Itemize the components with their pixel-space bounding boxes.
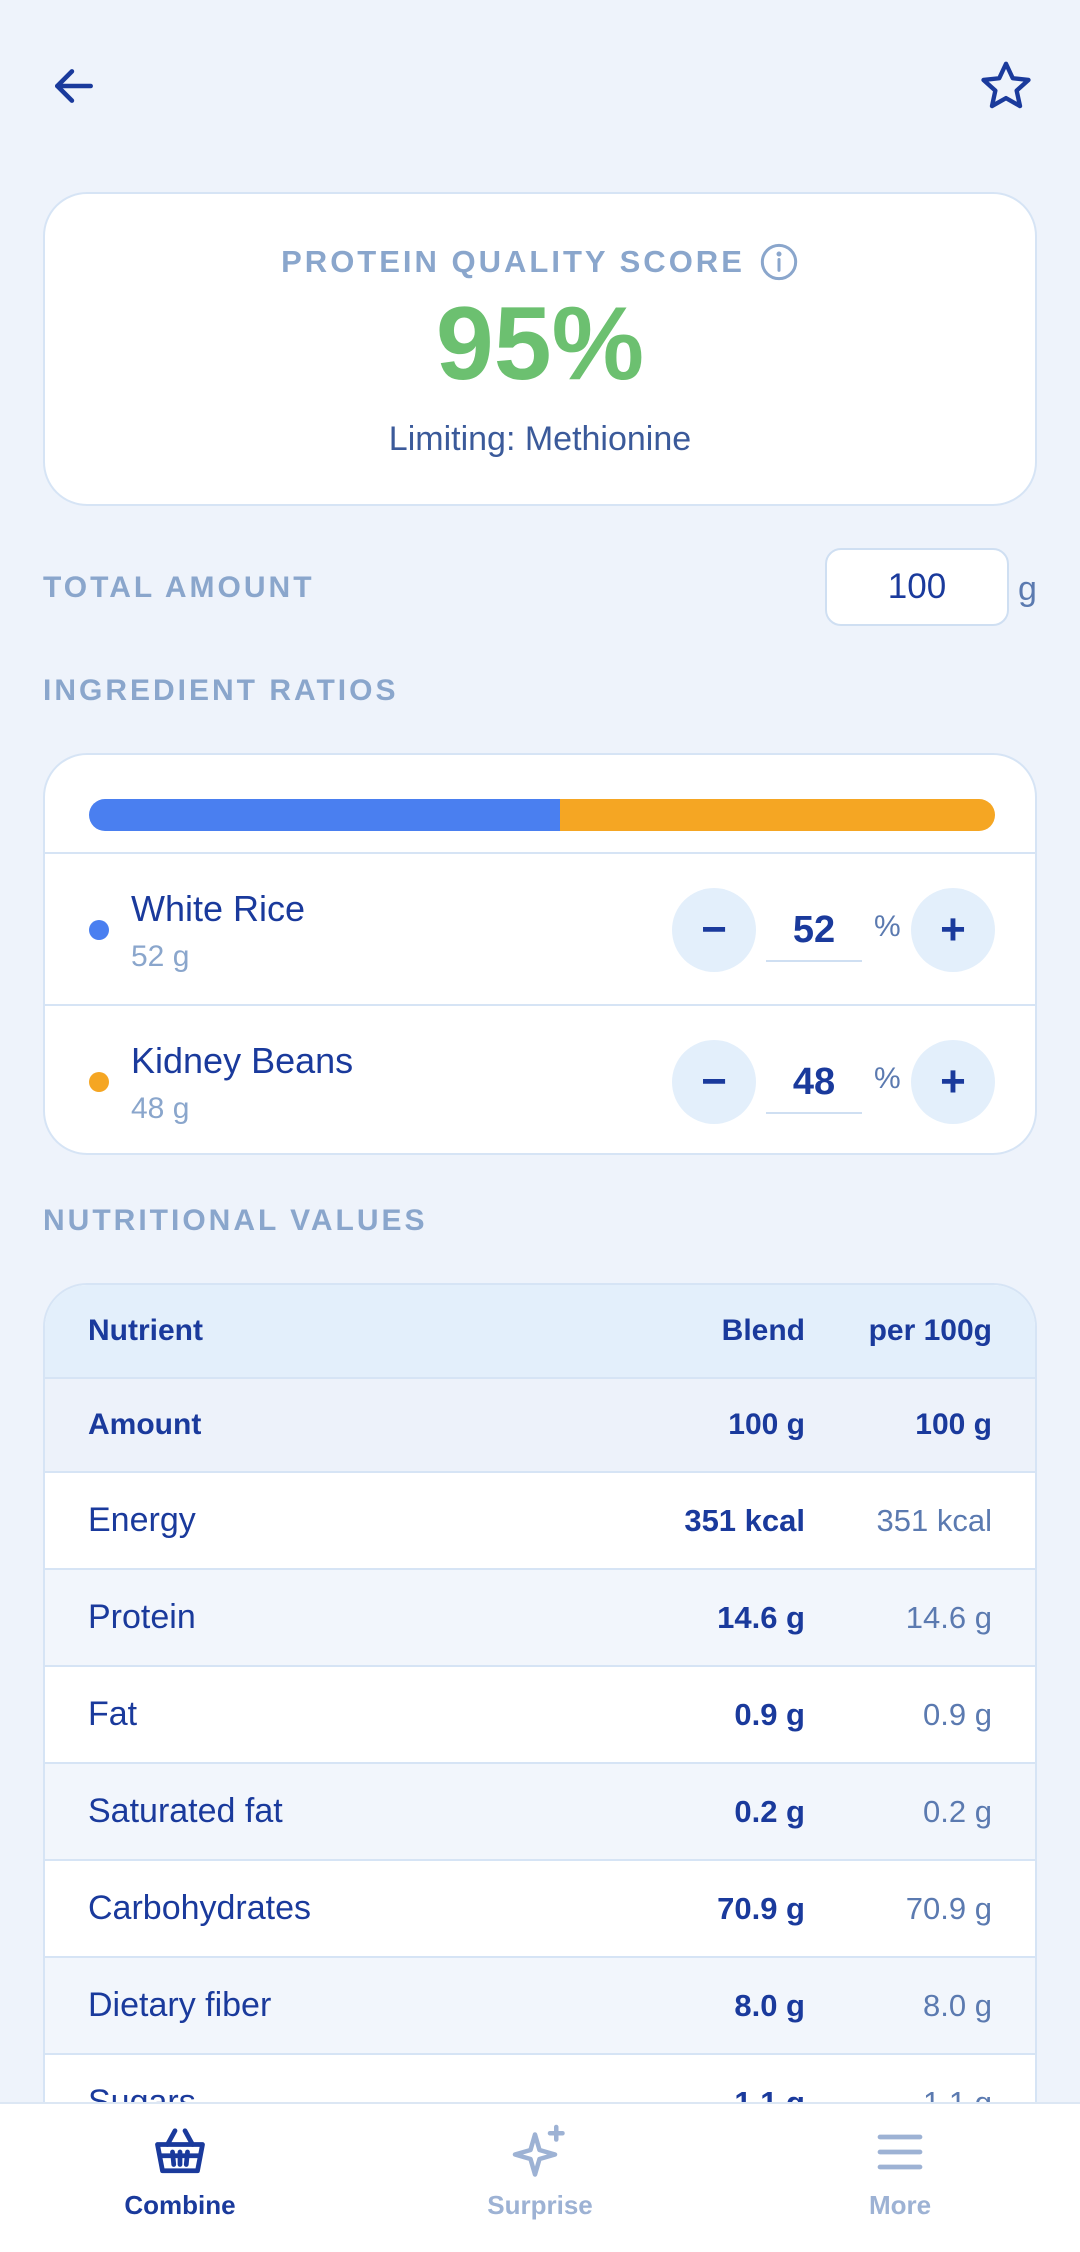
- score-label: PROTEIN QUALITY SCORE: [281, 244, 745, 279]
- cell-blend: 8.0 g: [734, 1987, 805, 2023]
- ingredient-row-kidney-beans: Kidney Beans 48 g − % +: [45, 1004, 1035, 1153]
- ingredient-grams: 52 g: [131, 940, 190, 973]
- info-icon[interactable]: [759, 242, 799, 282]
- nav-label: Surprise: [487, 2190, 593, 2220]
- nutritional-values-label: NUTRITIONAL VALUES: [43, 1204, 428, 1237]
- basket-icon: [155, 2128, 205, 2174]
- cell-per-100g: 8.0 g: [923, 1987, 992, 2023]
- cell-blend: 0.9 g: [734, 1696, 805, 1732]
- cell-per-100g: 0.2 g: [923, 1793, 992, 1829]
- nav-item-combine[interactable]: Combine: [0, 2104, 360, 2252]
- screen: PROTEIN QUALITY SCORE 95% Limiting: Meth…: [0, 0, 1080, 2252]
- cell-nutrient: Protein: [88, 1598, 196, 1636]
- cell-per-100g: 100 g: [915, 1408, 992, 1441]
- ingredient-row-white-rice: White Rice 52 g − % +: [45, 852, 1035, 1004]
- cell-nutrient: Saturated fat: [88, 1792, 283, 1830]
- ratio-bar: [89, 799, 995, 831]
- score-value: 95%: [435, 286, 645, 402]
- back-button[interactable]: [26, 38, 122, 134]
- star-outline-icon: [981, 61, 1031, 109]
- ingredient-ratios-label: INGREDIENT RATIOS: [43, 674, 399, 707]
- table-header: Nutrient Blend per 100g: [45, 1285, 1035, 1379]
- top-bar: [0, 0, 1080, 170]
- limiting-amino-acid: Limiting: Methionine: [388, 420, 692, 458]
- cell-nutrient: Carbohydrates: [88, 1889, 312, 1927]
- ingredient-grams: 48 g: [131, 1092, 190, 1125]
- percent-input[interactable]: [766, 1052, 862, 1114]
- percent-symbol: %: [874, 910, 901, 943]
- ingredient-name: White Rice: [131, 888, 306, 929]
- ratio-segment-kidney-beans: [560, 799, 995, 831]
- nav-label: Combine: [124, 2190, 236, 2220]
- decrease-button[interactable]: −: [672, 1040, 756, 1124]
- increase-button[interactable]: +: [911, 1040, 995, 1124]
- table-row-amount: Amount 100 g 100 g: [45, 1379, 1035, 1473]
- cell-nutrient: Dietary fiber: [88, 1986, 272, 2024]
- cell-blend: 100 g: [728, 1408, 805, 1441]
- ratio-segment-white-rice: [89, 799, 561, 831]
- favorite-button[interactable]: [958, 38, 1054, 134]
- cell-nutrient: Energy: [88, 1501, 196, 1539]
- ingredient-color-dot: [89, 920, 109, 940]
- header-blend: Blend: [721, 1314, 805, 1347]
- protein-score-card: PROTEIN QUALITY SCORE 95% Limiting: Meth…: [43, 192, 1037, 506]
- table-row: Saturated fat 0.2 g 0.2 g: [45, 1764, 1035, 1861]
- percent-input[interactable]: [766, 900, 862, 962]
- table-row: Fat 0.9 g 0.9 g: [45, 1667, 1035, 1764]
- score-label-row: PROTEIN QUALITY SCORE: [45, 242, 1035, 282]
- header-per-100g: per 100g: [868, 1314, 992, 1347]
- decrease-button[interactable]: −: [672, 888, 756, 972]
- cell-blend: 70.9 g: [717, 1890, 805, 1926]
- ingredient-ratios-card: White Rice 52 g − % + Kidney Beans 48 g …: [43, 753, 1037, 1155]
- table-row: Protein 14.6 g 14.6 g: [45, 1570, 1035, 1667]
- menu-icon: [877, 2134, 923, 2170]
- cell-per-100g: 14.6 g: [905, 1599, 992, 1635]
- header-nutrient: Nutrient: [88, 1314, 203, 1347]
- nav-label: More: [868, 2190, 932, 2220]
- table-row: Carbohydrates 70.9 g 70.9 g: [45, 1861, 1035, 1958]
- total-amount-label: TOTAL AMOUNT: [43, 571, 315, 604]
- cell-per-100g: 0.9 g: [923, 1696, 992, 1732]
- nav-item-more[interactable]: More: [720, 2104, 1080, 2252]
- table-row: Dietary fiber 8.0 g 8.0 g: [45, 1958, 1035, 2055]
- cell-blend: 0.2 g: [734, 1793, 805, 1829]
- cell-nutrient: Fat: [88, 1695, 138, 1733]
- cell-blend: 351 kcal: [684, 1502, 805, 1538]
- cell-per-100g: 351 kcal: [876, 1502, 992, 1538]
- cell-per-100g: 70.9 g: [905, 1890, 992, 1926]
- cell-nutrient: Amount: [88, 1408, 202, 1441]
- ingredient-color-dot: [89, 1072, 109, 1092]
- sparkle-icon: [512, 2124, 565, 2177]
- increase-button[interactable]: +: [911, 888, 995, 972]
- nav-item-surprise[interactable]: Surprise: [360, 2104, 720, 2252]
- total-amount-input[interactable]: [825, 548, 1009, 626]
- ingredient-name: Kidney Beans: [131, 1040, 354, 1081]
- bottom-navigation: Combine Surprise More: [0, 2102, 1080, 2252]
- percent-symbol: %: [874, 1062, 901, 1095]
- cell-blend: 14.6 g: [717, 1599, 805, 1635]
- total-amount-unit: g: [1018, 570, 1037, 608]
- table-row: Energy 351 kcal 351 kcal: [45, 1473, 1035, 1570]
- arrow-left-icon: [55, 69, 93, 103]
